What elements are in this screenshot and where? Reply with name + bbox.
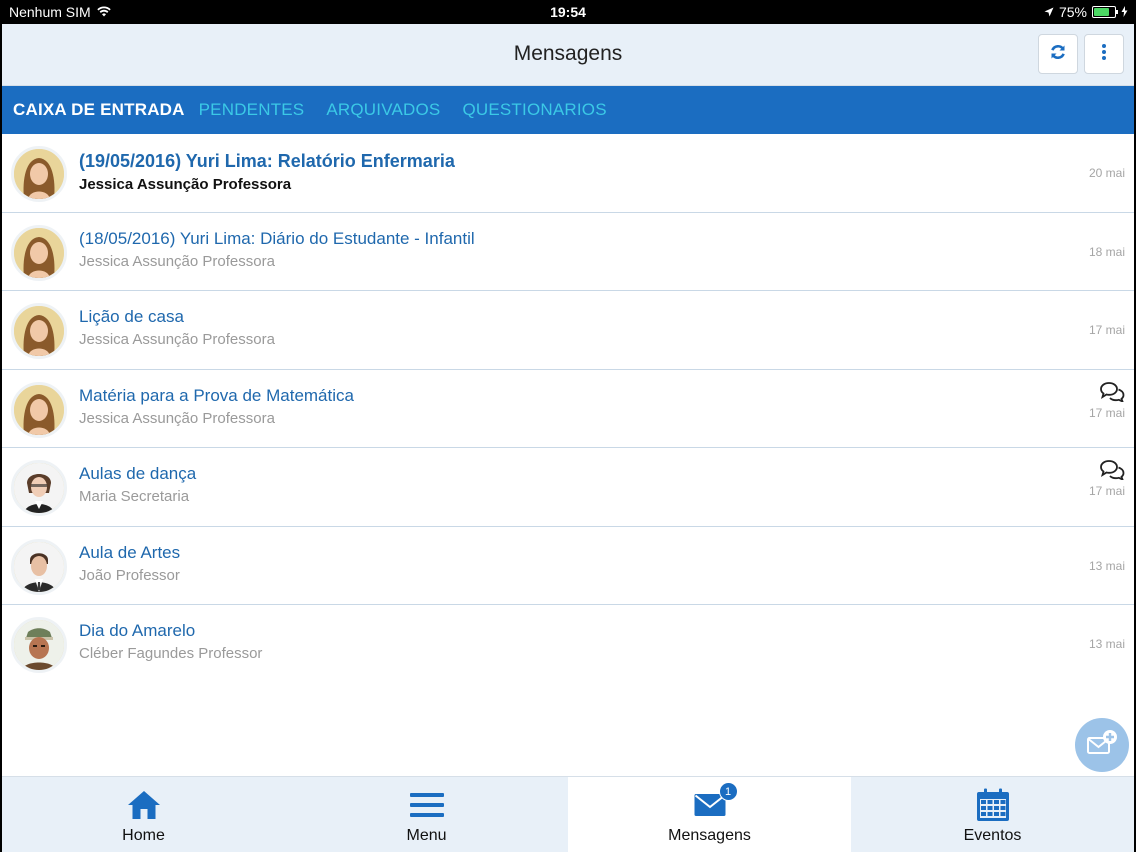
nav-mensagens[interactable]: 1 Mensagens [568,777,851,852]
refresh-button[interactable] [1038,34,1078,74]
avatar [11,303,67,359]
location-arrow-icon [1044,4,1054,20]
nav-menu[interactable]: Menu [285,777,568,852]
message-row[interactable]: (18/05/2016) Yuri Lima: Diário do Estuda… [2,213,1134,291]
message-date: 13 mai [1088,558,1125,573]
avatar [11,381,67,438]
message-row[interactable]: Aulas de dança Maria Secretaria 17 mai [2,448,1134,527]
app-window: Mensagens CAIXA DE ENTRADA PENDENTES ARQ… [2,24,1134,852]
message-row[interactable]: (19/05/2016) Yuri Lima: Relatório Enferm… [2,134,1134,213]
nav-home-label: Home [122,827,165,844]
message-date: 17 mai [1088,405,1125,420]
refresh-icon [1049,43,1067,66]
message-subject: Aulas de dança [79,464,197,483]
message-subject: Lição de casa [79,307,184,326]
tab-arquivados[interactable]: ARQUIVADOS [326,100,440,120]
message-sender: Cléber Fagundes Professor [79,645,263,662]
calendar-icon [976,787,1010,823]
message-subject: (19/05/2016) Yuri Lima: Relatório Enferm… [79,151,455,171]
compose-message-icon [1086,729,1118,762]
page-title: Mensagens [513,42,623,65]
avatar [11,617,67,673]
tab-questionarios[interactable]: QUESTIONARIOS [462,100,606,120]
message-date: 13 mai [1088,637,1125,651]
nav-home[interactable]: Home [2,777,285,852]
message-row[interactable]: Matéria para a Prova de Matemática Jessi… [2,370,1134,448]
nav-mensagens-label: Mensagens [668,827,751,844]
message-list: (19/05/2016) Yuri Lima: Relatório Enferm… [2,134,1134,684]
message-subject: Matéria para a Prova de Matemática [79,385,354,405]
message-sender: Jessica Assunção Professora [79,409,275,427]
message-row[interactable]: Aula de Artes João Professor 13 mai [2,527,1134,605]
message-row[interactable]: Dia do Amarelo Cléber Fagundes Professor… [2,605,1134,684]
message-sender: João Professor [79,566,180,584]
message-row[interactable]: Lição de casa Jessica Assunção Professor… [2,291,1134,370]
bottom-navigation: Home Menu 1 Mensagens Eventos [2,776,1134,852]
conversation-icon [1100,381,1125,407]
charging-bolt-icon [1121,4,1128,20]
battery-percent: 75% [1058,4,1087,20]
menu-icon [409,787,445,823]
home-icon [126,787,162,823]
nav-menu-label: Menu [406,827,447,844]
tab-caixa-de-entrada[interactable]: CAIXA DE ENTRADA [13,100,185,120]
message-subject: Aula de Artes [79,542,181,562]
envelope-icon: 1 [694,782,738,823]
header-bar: Mensagens [2,24,1134,86]
nav-eventos-label: Eventos [963,827,1022,844]
message-sender: Jessica Assunção Professora [79,331,275,348]
nav-eventos[interactable]: Eventos [851,777,1134,852]
more-options-button[interactable] [1084,34,1124,74]
avatar [11,538,67,595]
message-date: 20 mai [1088,166,1125,180]
conversation-icon [1100,460,1125,485]
unread-count-badge: 1 [718,782,738,801]
message-sender: Jessica Assunção Professora [79,176,292,193]
battery-icon [1092,6,1118,18]
message-subject: (18/05/2016) Yuri Lima: Diário do Estuda… [79,228,475,248]
message-subject: Dia do Amarelo [79,621,196,640]
avatar [11,224,67,281]
message-date: 17 mai [1088,484,1125,498]
tab-pendentes[interactable]: PENDENTES [199,100,305,120]
tab-bar: CAIXA DE ENTRADA PENDENTES ARQUIVADOS QU… [2,86,1134,134]
clock: 19:54 [550,4,586,20]
status-bar: Nenhum SIM 19:54 75% [0,0,1136,24]
message-date: 18 mai [1088,244,1125,259]
compose-message-button[interactable] [1075,718,1129,772]
avatar [11,146,67,202]
more-vertical-icon [1101,43,1107,66]
message-sender: Maria Secretaria [79,488,190,505]
avatar [11,460,67,516]
message-sender: Jessica Assunção Professora [79,252,275,270]
message-date: 17 mai [1088,323,1125,337]
